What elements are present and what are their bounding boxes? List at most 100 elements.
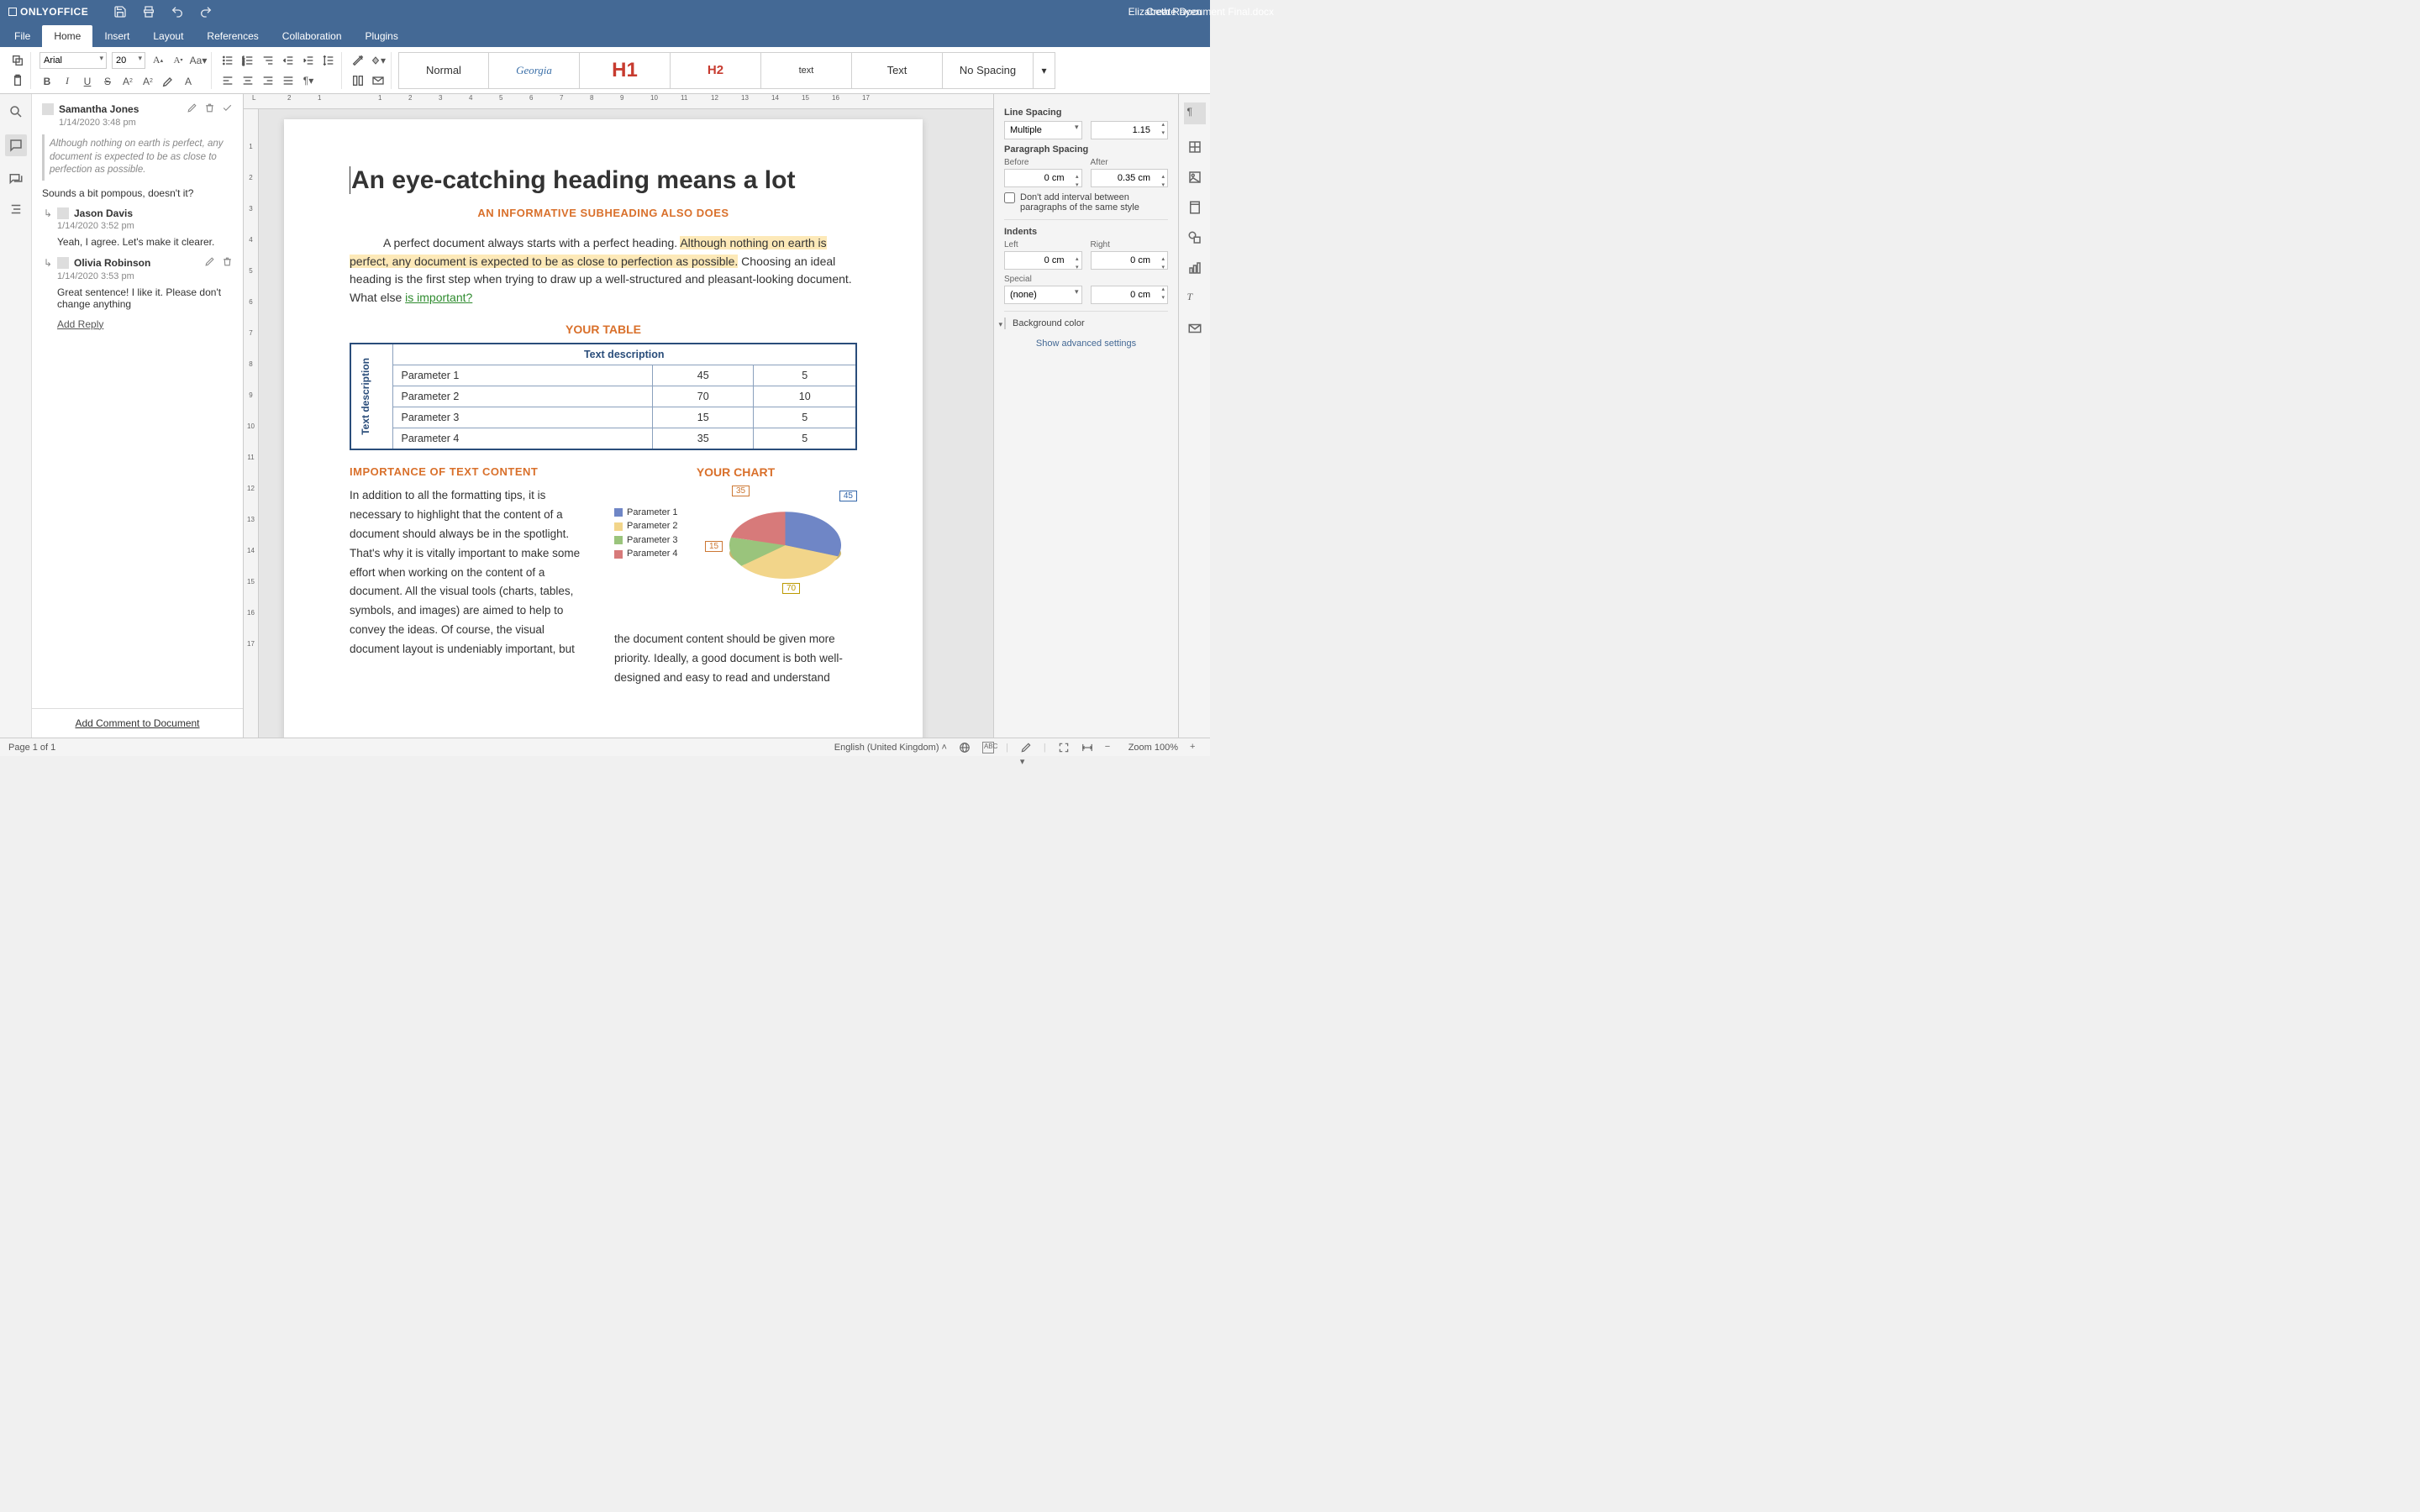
doc-table[interactable]: Text descriptionText description Paramet…: [350, 343, 857, 450]
zoom-level[interactable]: Zoom 100%: [1128, 743, 1178, 753]
style-Text[interactable]: Text: [852, 52, 943, 89]
zoom-in-icon[interactable]: +: [1190, 742, 1202, 753]
doc-paragraph[interactable]: A perfect document always starts with a …: [350, 234, 857, 307]
page-indicator[interactable]: Page 1 of 1: [8, 743, 55, 753]
numbering-icon[interactable]: 123: [240, 53, 255, 68]
increase-font-icon[interactable]: A▴: [150, 53, 166, 68]
tab-file[interactable]: File: [3, 25, 42, 47]
align-right-icon[interactable]: [260, 73, 276, 88]
image-icon[interactable]: [1187, 170, 1202, 185]
doc-paragraph[interactable]: In addition to all the formatting tips, …: [350, 486, 592, 659]
tab-home[interactable]: Home: [42, 25, 92, 47]
indent-left[interactable]: [1004, 251, 1082, 270]
font-size-select[interactable]: [112, 52, 145, 69]
paragraph-icon[interactable]: ¶: [1184, 102, 1206, 124]
columns-icon[interactable]: [350, 73, 366, 88]
textart-icon[interactable]: T: [1187, 291, 1202, 306]
doc-paragraph[interactable]: the document content should be given mor…: [614, 630, 857, 688]
style-text[interactable]: text: [761, 52, 852, 89]
redo-icon[interactable]: [199, 5, 213, 18]
delete-icon[interactable]: [204, 102, 215, 116]
highlight-icon[interactable]: [160, 74, 176, 89]
style-more[interactable]: ▾: [1034, 52, 1055, 89]
strike-icon[interactable]: S: [100, 74, 115, 89]
trackchanges-icon[interactable]: ▾: [1020, 742, 1032, 753]
align-left-icon[interactable]: [220, 73, 235, 88]
add-reply-link[interactable]: Add Reply: [57, 318, 233, 330]
chat-icon[interactable]: [8, 171, 24, 186]
paste-icon[interactable]: [10, 73, 25, 88]
superscript-icon[interactable]: A2: [120, 74, 135, 89]
shape-icon[interactable]: [1187, 230, 1202, 245]
tab-layout[interactable]: Layout: [141, 25, 195, 47]
fit-page-icon[interactable]: [1058, 742, 1070, 753]
comments-icon[interactable]: [5, 134, 27, 156]
zoom-out-icon[interactable]: −: [1105, 742, 1117, 753]
indent-icon[interactable]: [301, 53, 316, 68]
style-normal[interactable]: Normal: [398, 52, 489, 89]
mailmerge-icon[interactable]: [371, 73, 386, 88]
line-spacing-mode[interactable]: [1004, 121, 1082, 139]
undo-icon[interactable]: [171, 5, 184, 18]
section-title[interactable]: YOUR TABLE: [350, 323, 857, 336]
font-select[interactable]: [39, 52, 107, 69]
delete-icon[interactable]: [222, 256, 233, 270]
spellcheck-icon[interactable]: ABC: [982, 742, 994, 753]
mail-icon[interactable]: [1187, 321, 1202, 336]
shading-icon[interactable]: ▾: [371, 53, 386, 68]
copy-icon[interactable]: [10, 53, 25, 68]
clear-style-icon[interactable]: [350, 53, 366, 68]
doc-link[interactable]: is important?: [405, 291, 472, 304]
tab-plugins[interactable]: Plugins: [354, 25, 410, 47]
pilcrow-icon[interactable]: ¶▾: [301, 73, 316, 88]
save-icon[interactable]: [113, 5, 127, 18]
print-icon[interactable]: [142, 5, 155, 18]
language-select[interactable]: English (United Kingdom) ˄: [834, 743, 947, 753]
subscript-icon[interactable]: A2: [140, 74, 155, 89]
doc-subheading[interactable]: AN INFORMATIVE SUBHEADING ALSO DOES: [350, 207, 857, 219]
style-h2[interactable]: H2: [671, 52, 761, 89]
page[interactable]: An eye-catching heading means a lot AN I…: [284, 119, 923, 738]
bullets-icon[interactable]: [220, 53, 235, 68]
doc-heading[interactable]: An eye-catching heading means a lot: [350, 166, 857, 195]
style-nospacing[interactable]: No Spacing: [943, 52, 1034, 89]
bgcolor-swatch[interactable]: [1004, 318, 1006, 329]
underline-icon[interactable]: U: [80, 74, 95, 89]
table-icon[interactable]: [1187, 139, 1202, 155]
special-indent-mode[interactable]: [1004, 286, 1082, 304]
change-case-icon[interactable]: Aa▾: [191, 53, 206, 68]
document-area[interactable]: L 211234567891011121314151617 1234567891…: [244, 94, 993, 738]
multilevel-icon[interactable]: [260, 53, 276, 68]
line-spacing-icon[interactable]: [321, 53, 336, 68]
search-icon[interactable]: [8, 104, 24, 119]
chart-icon[interactable]: [1187, 260, 1202, 276]
special-indent-value[interactable]: [1091, 286, 1169, 304]
align-center-icon[interactable]: [240, 73, 255, 88]
tab-collaboration[interactable]: Collaboration: [271, 25, 354, 47]
chart-title[interactable]: YOUR CHART: [614, 465, 857, 479]
justify-icon[interactable]: [281, 73, 296, 88]
fit-width-icon[interactable]: [1081, 742, 1093, 753]
decrease-font-icon[interactable]: A▾: [171, 53, 186, 68]
spacing-before[interactable]: [1004, 169, 1082, 187]
spacing-after[interactable]: [1091, 169, 1169, 187]
horizontal-ruler[interactable]: L 211234567891011121314151617: [244, 94, 993, 109]
font-color-icon[interactable]: A: [181, 74, 196, 89]
style-h1[interactable]: H1: [580, 52, 671, 89]
resolve-icon[interactable]: [222, 102, 233, 116]
edit-icon[interactable]: [204, 256, 215, 270]
line-spacing-value[interactable]: [1091, 121, 1169, 139]
style-georgia[interactable]: Georgia: [489, 52, 580, 89]
globe-icon[interactable]: [959, 742, 971, 753]
section-title[interactable]: IMPORTANCE OF TEXT CONTENT: [350, 465, 592, 478]
outdent-icon[interactable]: [281, 53, 296, 68]
edit-icon[interactable]: [187, 102, 197, 116]
no-interval-checkbox[interactable]: [1004, 192, 1015, 203]
add-comment-link[interactable]: Add Comment to Document: [75, 717, 199, 729]
tab-references[interactable]: References: [195, 25, 270, 47]
italic-icon[interactable]: I: [60, 74, 75, 89]
indent-right[interactable]: [1091, 251, 1169, 270]
tab-insert[interactable]: Insert: [92, 25, 141, 47]
navigation-icon[interactable]: [8, 202, 24, 217]
header-footer-icon[interactable]: [1187, 200, 1202, 215]
